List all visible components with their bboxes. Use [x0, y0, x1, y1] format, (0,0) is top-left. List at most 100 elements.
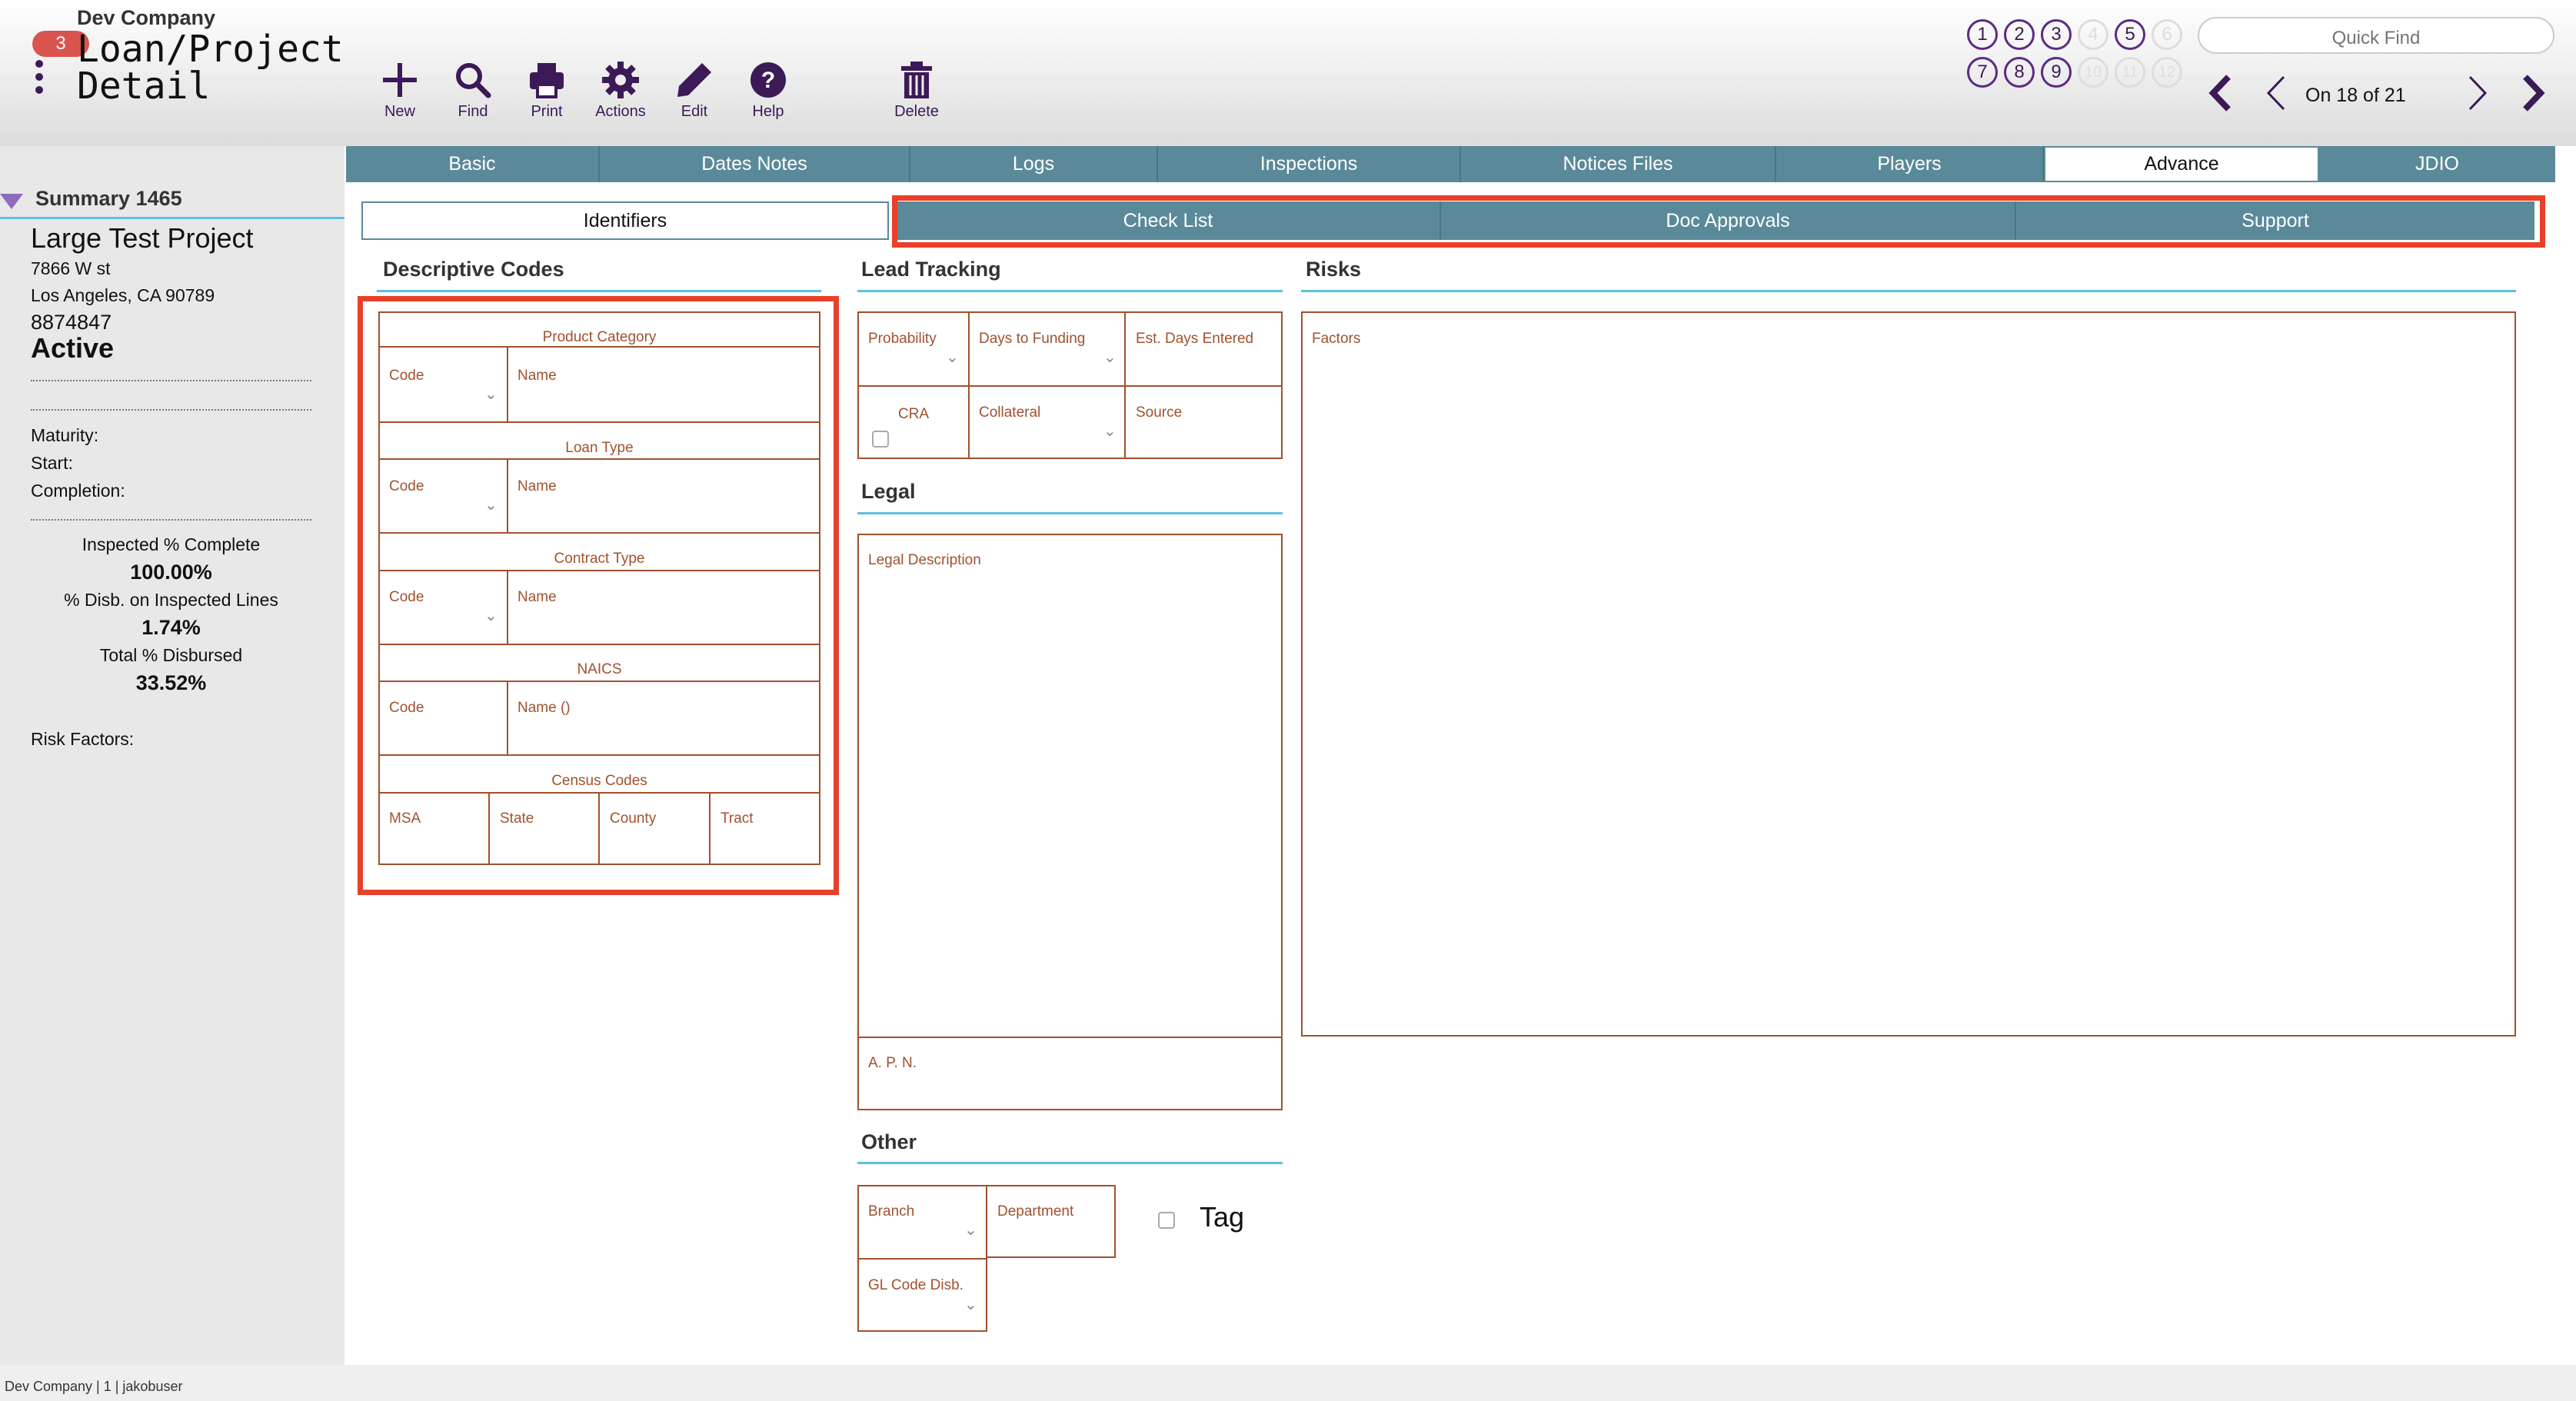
tab-advance[interactable]: Advance [2044, 146, 2319, 182]
loan-type-name-field[interactable] [507, 458, 820, 534]
apn-field[interactable] [857, 1037, 1283, 1110]
tab-dates-notes[interactable]: Dates Notes [600, 146, 910, 182]
chevron-down-icon: ⌄ [964, 1296, 977, 1313]
tab-basic[interactable]: Basic [346, 146, 600, 182]
pencil-icon [677, 63, 711, 97]
contract-type-label: Contract Type [554, 551, 645, 567]
msa-field[interactable] [378, 792, 490, 865]
new-button[interactable]: New [365, 60, 434, 121]
risk-factors-field[interactable] [1301, 311, 2516, 1037]
legal-description-label: Legal Description [868, 552, 981, 568]
chevron-down-icon: ⌄ [484, 607, 498, 624]
kebab-menu-icon[interactable] [29, 60, 49, 98]
tab-players[interactable]: Players [1776, 146, 2044, 182]
section-underline [857, 512, 1283, 514]
actions-button[interactable]: Actions [586, 60, 655, 121]
descriptive-codes-title: Descriptive Codes [383, 258, 564, 281]
legal-description-field[interactable] [857, 534, 1283, 1038]
naics-code-field[interactable] [378, 681, 508, 756]
page-title-line2: Detail [77, 65, 211, 108]
collateral-select[interactable] [968, 385, 1126, 459]
tab-logs[interactable]: Logs [910, 146, 1158, 182]
last-record-icon[interactable] [2518, 74, 2548, 112]
chevron-down-icon: ⌄ [964, 1222, 977, 1239]
window-12-button[interactable]: 12 [2152, 57, 2182, 88]
collapse-triangle-icon[interactable] [0, 192, 23, 211]
est-days-entered-field[interactable] [1124, 311, 1283, 387]
product-category-name-field[interactable] [507, 346, 820, 423]
days-to-funding-select[interactable] [968, 311, 1126, 387]
start-label: Start: [31, 453, 73, 473]
status-footer: Dev Company | 1 | jakobuser [0, 1365, 2576, 1401]
section-underline [377, 290, 821, 292]
total-disbursed-value: 33.52% [135, 671, 207, 694]
legal-title: Legal [861, 480, 916, 503]
gl-code-label: GL Code Disb. [868, 1277, 964, 1293]
help-button[interactable]: ? Help [734, 60, 803, 121]
inspected-value: 100.00% [130, 561, 212, 584]
tab-jdio[interactable]: JDIO [2319, 146, 2555, 182]
section-underline [1301, 290, 2516, 292]
county-field[interactable] [598, 792, 711, 865]
cra-label: CRA [897, 406, 930, 422]
svg-text:?: ? [761, 68, 775, 93]
page-title-line1: Loan/Project [77, 28, 344, 71]
disb-inspected-label: % Disb. on Inspected Lines [64, 590, 278, 610]
tag-checkbox[interactable] [1158, 1212, 1175, 1229]
chevron-down-icon: ⌄ [1103, 423, 1117, 440]
window-6-button[interactable]: 6 [2152, 19, 2182, 50]
source-field[interactable] [1124, 385, 1283, 459]
name-label: Name [518, 368, 557, 384]
section-underline [857, 290, 1283, 292]
address-line2: Los Angeles, CA 90789 [31, 285, 215, 305]
highlight-box-subtabs [892, 195, 2545, 248]
edit-label: Edit [681, 103, 708, 120]
department-field[interactable] [986, 1185, 1116, 1258]
print-button[interactable]: Print [512, 60, 581, 121]
probability-label: Probability [868, 331, 937, 347]
source-label: Source [1136, 404, 1183, 421]
cra-checkbox[interactable] [872, 431, 889, 448]
window-8-button[interactable]: 8 [2004, 57, 2035, 88]
help-icon: ? [751, 62, 786, 98]
naics-name-field[interactable] [507, 681, 820, 756]
record-position: On 18 of 21 [2305, 85, 2406, 106]
maturity-label: Maturity: [31, 425, 99, 445]
delete-label: Delete [894, 103, 939, 120]
window-1-button[interactable]: 1 [1967, 19, 1998, 50]
tab-inspections[interactable]: Inspections [1158, 146, 1461, 182]
delete-button[interactable]: Delete [882, 60, 951, 121]
actions-label: Actions [595, 103, 646, 120]
window-3-button[interactable]: 3 [2041, 19, 2072, 50]
window-10-button[interactable]: 10 [2078, 57, 2108, 88]
next-record-icon[interactable] [2462, 74, 2493, 112]
name-label: Name [518, 589, 557, 605]
prev-record-icon[interactable] [2261, 74, 2291, 112]
subtab-identifiers[interactable]: Identifiers [361, 201, 889, 240]
section-underline [857, 1162, 1283, 1164]
window-4-button[interactable]: 4 [2078, 19, 2108, 50]
find-button[interactable]: Find [438, 60, 508, 121]
window-11-button[interactable]: 11 [2115, 57, 2145, 88]
quick-find-input[interactable] [2198, 17, 2554, 54]
tag-label: Tag [1200, 1201, 1245, 1233]
days-to-funding-label: Days to Funding [979, 331, 1086, 347]
search-icon [456, 63, 491, 98]
msa-label: MSA [389, 810, 421, 827]
loan-type-label: Loan Type [565, 440, 634, 456]
window-2-button[interactable]: 2 [2004, 19, 2035, 50]
find-label: Find [458, 103, 488, 120]
state-field[interactable] [488, 792, 600, 865]
name-label: Name () [518, 700, 571, 716]
page-title: Loan/Project Detail [77, 31, 344, 105]
tab-notices-files[interactable]: Notices Files [1461, 146, 1776, 182]
first-record-icon[interactable] [2205, 74, 2236, 112]
window-7-button[interactable]: 7 [1967, 57, 1998, 88]
window-5-button[interactable]: 5 [2115, 19, 2145, 50]
tract-field[interactable] [709, 792, 820, 865]
code-label: Code [389, 478, 424, 494]
edit-button[interactable]: Edit [660, 60, 729, 121]
census-codes-label: Census Codes [551, 773, 647, 789]
contract-type-name-field[interactable] [507, 570, 820, 645]
window-9-button[interactable]: 9 [2041, 57, 2072, 88]
